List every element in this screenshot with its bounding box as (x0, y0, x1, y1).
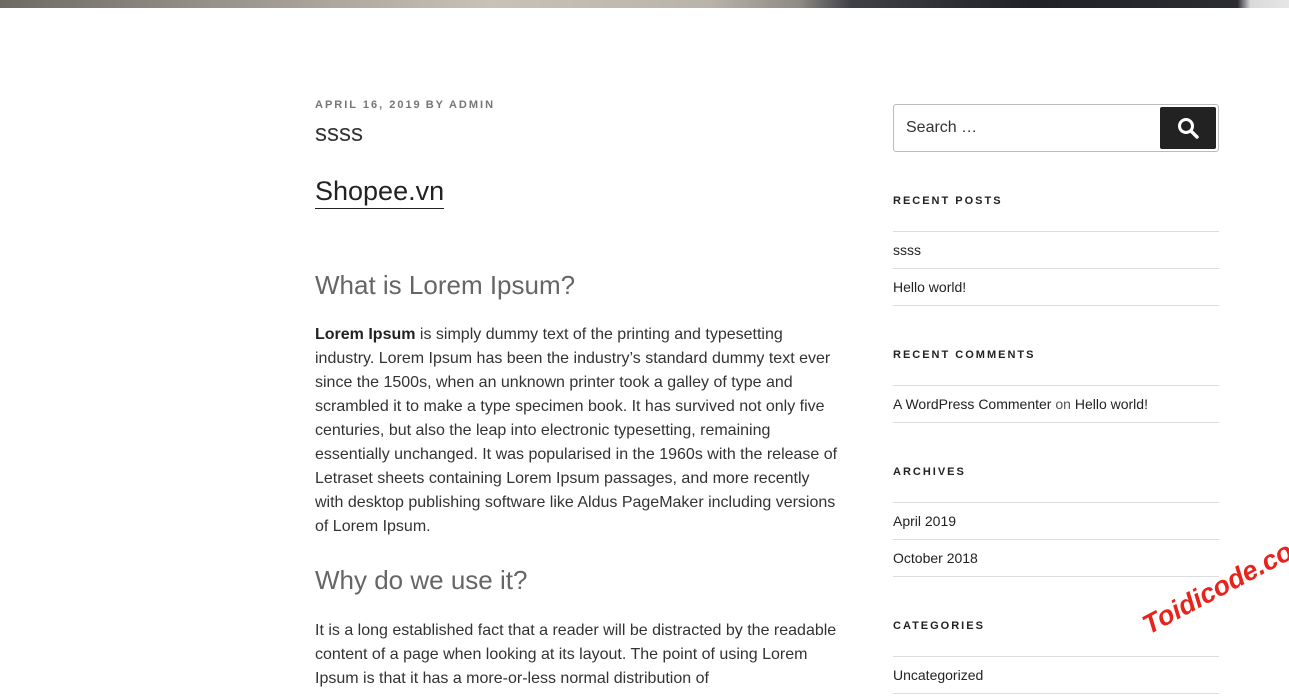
archives-list: April 2019 October 2018 (893, 502, 1219, 577)
categories-title: CATEGORIES (893, 620, 985, 632)
list-item: Hello world! (893, 268, 1219, 306)
search-icon (1178, 118, 1199, 139)
list-item: A WordPress Commenter on Hello world! (893, 385, 1219, 423)
section-heading-why: Why do we use it? (315, 565, 528, 595)
search-input[interactable] (894, 105, 1154, 151)
section-heading-lorem: What is Lorem Ipsum? (315, 270, 576, 300)
post-date-link[interactable]: APRIL 16, 2019 (315, 99, 422, 111)
recent-comments-list: A WordPress Commenter on Hello world! (893, 385, 1219, 423)
meta-by-label: BY (425, 99, 445, 111)
header-image-strip (0, 0, 1289, 8)
entry-meta: APRIL 16, 2019 BY ADMIN (315, 99, 495, 111)
shopee-link[interactable]: Shopee.vn (315, 174, 445, 209)
search-button[interactable] (1160, 107, 1216, 149)
recent-post-link[interactable]: Hello world! (893, 279, 966, 295)
recent-posts-list: ssss Hello world! (893, 231, 1219, 306)
paragraph-lorem-bold: Lorem Ipsum (315, 326, 416, 343)
list-item: Uncategorized (893, 656, 1219, 694)
paragraph-why: It is a long established fact that a rea… (315, 622, 837, 687)
comment-author-link[interactable]: A WordPress Commenter (893, 396, 1051, 412)
paragraph-lorem: Lorem Ipsum is simply dummy text of the … (315, 323, 840, 539)
search-form (893, 104, 1219, 152)
category-link[interactable]: Uncategorized (893, 667, 983, 683)
recent-posts-title: RECENT POSTS (893, 195, 1003, 207)
list-item: April 2019 (893, 502, 1219, 539)
archive-link[interactable]: October 2018 (893, 550, 978, 566)
recent-post-link[interactable]: ssss (893, 242, 921, 258)
list-item: October 2018 (893, 539, 1219, 577)
recent-comments-title: RECENT COMMENTS (893, 349, 1036, 361)
list-item: ssss (893, 231, 1219, 268)
categories-list: Uncategorized (893, 656, 1219, 694)
archives-title: ARCHIVES (893, 466, 966, 478)
post-title: ssss (315, 120, 363, 147)
comment-post-link[interactable]: Hello world! (1075, 396, 1148, 412)
paragraph-lorem-text: is simply dummy text of the printing and… (315, 326, 838, 535)
comment-on-label: on (1055, 396, 1071, 412)
archive-link[interactable]: April 2019 (893, 513, 956, 529)
post-author-link[interactable]: ADMIN (449, 99, 495, 111)
